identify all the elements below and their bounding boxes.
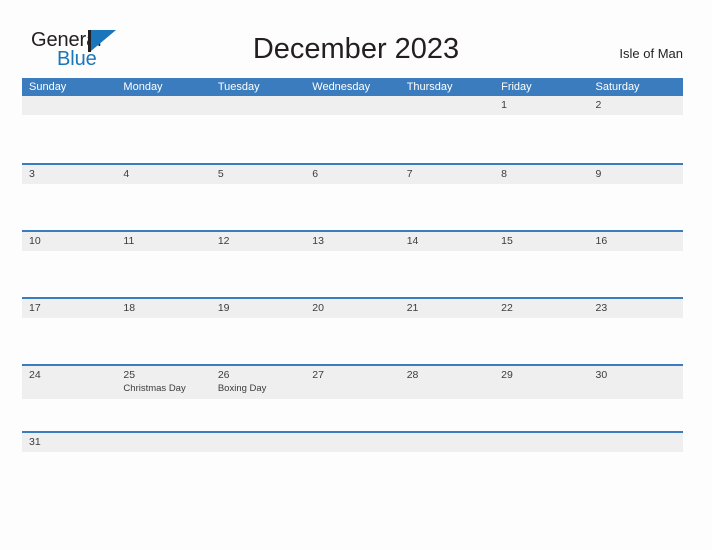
day-number-strip: 24 25 Christmas Day 26 Boxing Day 27 28 … bbox=[22, 366, 683, 399]
week-row: 31 bbox=[22, 431, 683, 452]
weekday-sunday: Sunday bbox=[29, 81, 67, 93]
day-number: 14 bbox=[406, 235, 419, 247]
day-cell[interactable] bbox=[116, 433, 210, 452]
weekday-wednesday: Wednesday bbox=[312, 81, 371, 93]
week-row: 24 25 Christmas Day 26 Boxing Day 27 28 … bbox=[22, 364, 683, 431]
day-number: 11 bbox=[123, 235, 135, 247]
day-event-label: Boxing Day bbox=[217, 383, 267, 394]
day-cell[interactable]: 13 bbox=[305, 232, 399, 251]
day-cell[interactable]: 23 bbox=[589, 299, 683, 318]
day-number: 25 bbox=[123, 369, 136, 381]
day-number: 3 bbox=[29, 168, 35, 180]
day-cell[interactable]: 27 bbox=[305, 366, 399, 399]
day-number-strip: 31 bbox=[22, 433, 683, 452]
weekday-thursday: Thursday bbox=[406, 81, 453, 93]
day-cell[interactable]: 20 bbox=[305, 299, 399, 318]
day-cell[interactable]: 5 bbox=[211, 165, 305, 184]
day-cell[interactable] bbox=[211, 96, 305, 115]
weekday-saturday: Saturday bbox=[595, 81, 640, 93]
day-number: 28 bbox=[406, 369, 419, 381]
day-cell[interactable] bbox=[400, 96, 494, 115]
calendar-grid: Sunday Monday Tuesday Wednesday Thursday… bbox=[22, 78, 683, 452]
day-cell[interactable] bbox=[589, 433, 683, 452]
day-cell[interactable] bbox=[305, 96, 399, 115]
day-number: 12 bbox=[217, 235, 230, 247]
day-cell[interactable] bbox=[400, 433, 494, 452]
day-cell[interactable]: 12 bbox=[211, 232, 305, 251]
day-number: 5 bbox=[217, 168, 224, 180]
day-number: 16 bbox=[595, 235, 608, 247]
weekday-friday: Friday bbox=[501, 81, 532, 93]
day-cell[interactable] bbox=[116, 96, 210, 115]
day-number: 10 bbox=[29, 235, 41, 247]
day-number-strip: 17 18 19 20 21 22 23 bbox=[22, 299, 683, 318]
day-number: 20 bbox=[312, 302, 324, 314]
day-cell[interactable]: 28 bbox=[400, 366, 494, 399]
day-cell[interactable]: 25 Christmas Day bbox=[116, 366, 210, 399]
day-cell[interactable]: 17 bbox=[22, 299, 116, 318]
day-number: 18 bbox=[123, 302, 136, 314]
day-number: 26 bbox=[217, 369, 230, 381]
day-number: 6 bbox=[312, 168, 319, 180]
day-number: 17 bbox=[29, 302, 41, 314]
day-cell[interactable]: 16 bbox=[589, 232, 683, 251]
day-cell[interactable] bbox=[305, 433, 399, 452]
location-label: Isle of Man bbox=[619, 46, 683, 61]
day-cell[interactable]: 19 bbox=[211, 299, 305, 318]
day-cell[interactable]: 3 bbox=[22, 165, 116, 184]
day-number-strip: 10 11 12 13 14 15 16 bbox=[22, 232, 683, 251]
day-cell[interactable]: 30 bbox=[589, 366, 683, 399]
day-number: 31 bbox=[29, 436, 41, 448]
day-cell[interactable] bbox=[211, 433, 305, 452]
day-number: 21 bbox=[406, 302, 419, 314]
day-cell[interactable]: 18 bbox=[116, 299, 210, 318]
day-cell[interactable]: 21 bbox=[400, 299, 494, 318]
day-cell[interactable]: 29 bbox=[494, 366, 588, 399]
day-number: 9 bbox=[595, 168, 602, 180]
day-number: 15 bbox=[501, 235, 513, 247]
day-cell[interactable]: 15 bbox=[494, 232, 588, 251]
day-number: 2 bbox=[595, 99, 602, 111]
page-title: December 2023 bbox=[252, 33, 460, 65]
week-row: 17 18 19 20 21 22 23 bbox=[22, 297, 683, 364]
day-cell[interactable]: 8 bbox=[494, 165, 588, 184]
day-cell[interactable]: 1 bbox=[494, 96, 588, 115]
day-cell[interactable]: 9 bbox=[589, 165, 683, 184]
day-cell[interactable]: 14 bbox=[400, 232, 494, 251]
day-cell[interactable]: 4 bbox=[116, 165, 210, 184]
day-number: 24 bbox=[29, 369, 41, 381]
day-number: 4 bbox=[123, 168, 130, 180]
day-cell[interactable]: 22 bbox=[494, 299, 588, 318]
day-cell[interactable]: 7 bbox=[400, 165, 494, 184]
day-number: 19 bbox=[217, 302, 230, 314]
day-cell[interactable]: 24 bbox=[22, 366, 116, 399]
day-number-strip: 1 2 bbox=[22, 96, 683, 115]
day-number: 30 bbox=[595, 369, 608, 381]
day-cell[interactable]: 6 bbox=[305, 165, 399, 184]
day-number: 13 bbox=[312, 235, 324, 247]
day-cell[interactable] bbox=[494, 433, 588, 452]
day-event-label: Christmas Day bbox=[123, 383, 186, 394]
page-header: General Blue December 2023 Isle of Man bbox=[0, 0, 712, 76]
day-number: 22 bbox=[501, 302, 513, 314]
day-cell[interactable]: 10 bbox=[22, 232, 116, 251]
weekday-monday: Monday bbox=[123, 81, 163, 93]
day-cell[interactable]: 26 Boxing Day bbox=[211, 366, 305, 399]
day-number: 27 bbox=[312, 369, 324, 381]
day-number: 1 bbox=[501, 99, 507, 111]
day-cell[interactable]: 31 bbox=[22, 433, 116, 452]
day-cell[interactable]: 11 bbox=[116, 232, 210, 251]
day-number: 29 bbox=[501, 369, 513, 381]
day-cell[interactable]: 2 bbox=[589, 96, 683, 115]
day-cell[interactable] bbox=[22, 96, 116, 115]
day-number: 23 bbox=[595, 302, 608, 314]
day-number: 8 bbox=[501, 168, 507, 180]
week-row: 3 4 5 6 7 8 9 bbox=[22, 163, 683, 230]
week-row: 10 11 12 13 14 15 16 bbox=[22, 230, 683, 297]
day-number: 7 bbox=[406, 168, 413, 180]
weekday-header-row: Sunday Monday Tuesday Wednesday Thursday… bbox=[22, 78, 683, 96]
weekday-tuesday: Tuesday bbox=[217, 81, 260, 93]
week-row: 1 2 bbox=[22, 96, 683, 163]
day-number-strip: 3 4 5 6 7 8 9 bbox=[22, 165, 683, 184]
